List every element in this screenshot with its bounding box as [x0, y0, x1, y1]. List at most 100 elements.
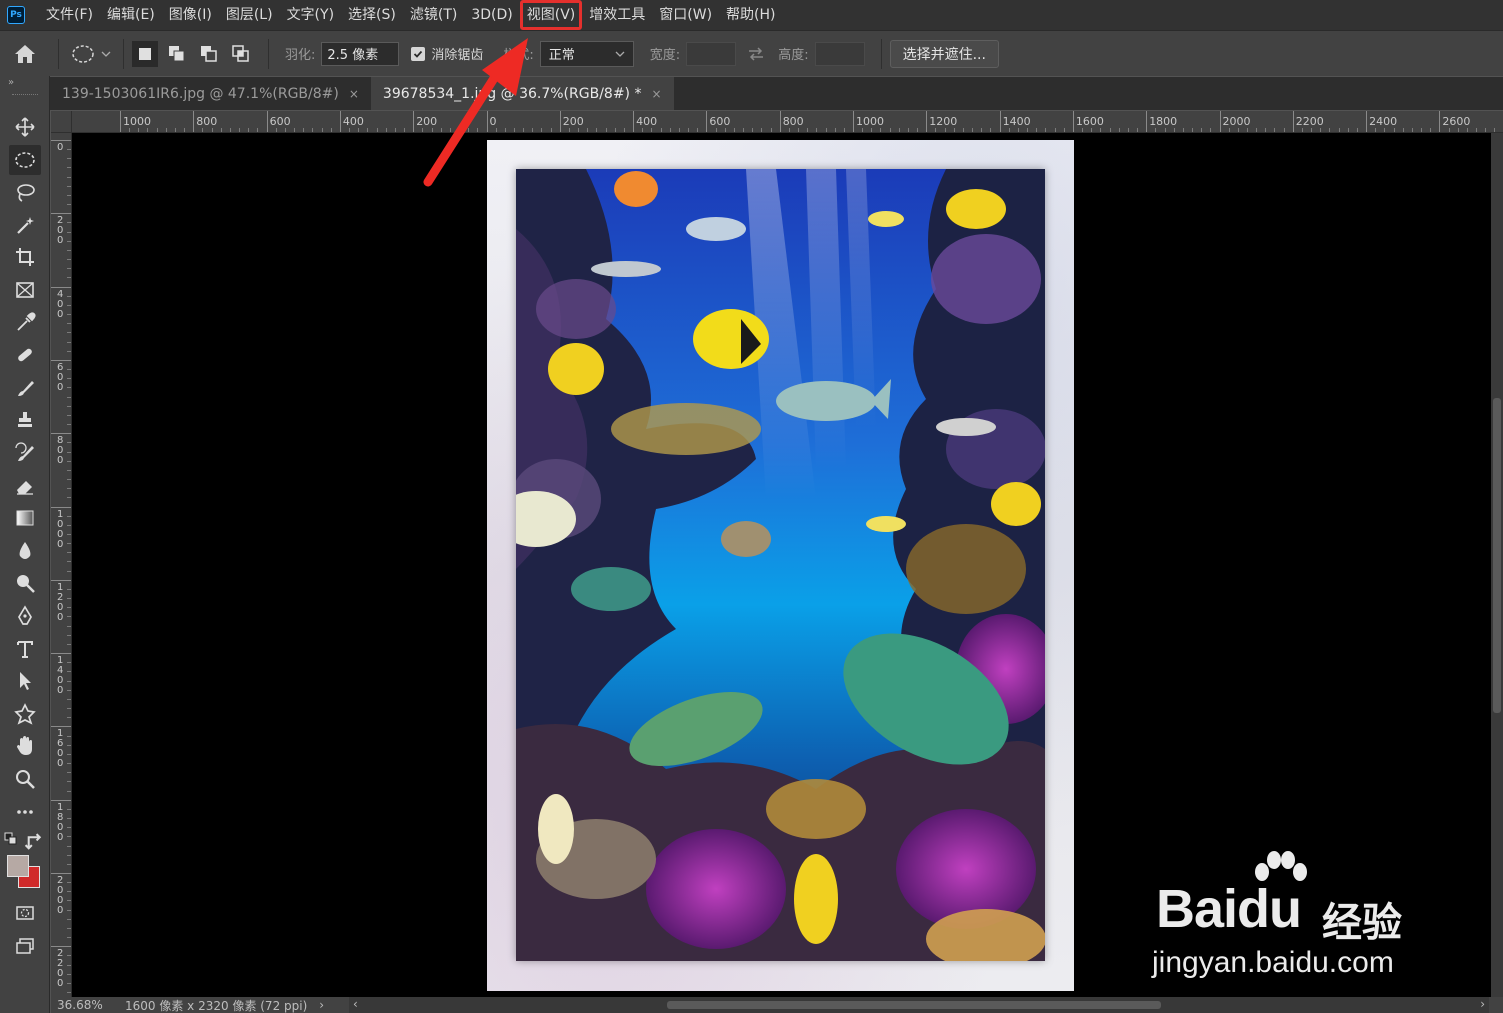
menu-item[interactable]: 帮助(H) [719, 0, 782, 30]
type-tool[interactable] [9, 634, 41, 664]
width-input[interactable] [686, 41, 737, 66]
ruler-minor-tick [871, 128, 873, 132]
pen-tool[interactable] [9, 601, 41, 631]
height-input[interactable] [814, 41, 865, 66]
healing-brush-tool[interactable] [9, 340, 41, 370]
select-and-mask-button[interactable]: 选择并遮住... [889, 39, 999, 68]
ruler-minor-tick [67, 698, 71, 700]
frame-tool[interactable] [9, 275, 41, 305]
ruler-minor-tick [1237, 128, 1239, 132]
ruler-minor-tick [67, 625, 71, 627]
gradient-tool[interactable] [9, 503, 41, 533]
shape-tool[interactable] [9, 699, 41, 729]
ruler-minor-tick [67, 570, 71, 572]
dodge-tool[interactable] [9, 568, 41, 598]
home-button[interactable] [0, 31, 50, 77]
foreground-color-swatch[interactable] [7, 855, 29, 877]
collapse-panel-icon[interactable]: » [8, 77, 14, 88]
ruler-minor-tick [642, 128, 644, 132]
ruler-label: 1600 [57, 728, 64, 770]
blur-tool[interactable] [9, 536, 41, 566]
scroll-left-arrow[interactable]: ‹ [353, 997, 358, 1011]
status-menu-arrow[interactable]: › [319, 998, 324, 1012]
menu-item[interactable]: 图层(L) [219, 0, 280, 30]
menu-item[interactable]: 编辑(E) [100, 0, 162, 30]
menu-item[interactable]: 窗口(W) [652, 0, 719, 30]
zoom-level[interactable]: 36.68% [57, 998, 115, 1012]
move-tool[interactable] [9, 112, 41, 142]
antialias-checkbox[interactable] [411, 46, 426, 61]
menu-item[interactable]: 3D(D) [464, 0, 519, 30]
ruler-major-tick [1072, 111, 1074, 132]
menu-item[interactable]: 滤镜(T) [403, 0, 464, 30]
menu-item[interactable]: 图像(I) [162, 0, 219, 30]
chevron-down-icon [101, 51, 111, 57]
ruler-minor-tick [67, 689, 71, 691]
ruler-minor-tick [67, 378, 71, 380]
add-to-selection-button[interactable] [164, 41, 190, 67]
clone-stamp-tool[interactable] [9, 405, 41, 435]
quick-mask-button[interactable] [9, 898, 41, 928]
vertical-ruler[interactable]: 0 200 400 600 800 1000 1200 1400 1600 1800 2000 220… [51, 133, 72, 997]
swap-dimensions-button[interactable] [736, 39, 776, 69]
eyedropper-tool[interactable] [9, 308, 41, 338]
hand-tool[interactable] [9, 731, 41, 761]
ruler-origin[interactable] [51, 111, 72, 133]
ruler-minor-tick [67, 295, 71, 297]
ruler-minor-tick [294, 128, 296, 132]
ruler-minor-tick [1476, 128, 1478, 132]
horizontal-scrollbar[interactable]: ‹ › [349, 997, 1489, 1013]
default-colors-button[interactable] [4, 832, 26, 850]
height-label: 高度: [778, 48, 809, 63]
document-canvas[interactable] [487, 140, 1074, 991]
screen-mode-button[interactable] [9, 931, 41, 961]
vertical-scrollbar[interactable] [1491, 133, 1503, 997]
menu-item[interactable]: 视图(V) [519, 0, 583, 30]
brush-tool[interactable] [9, 373, 41, 403]
canvas-area[interactable] [72, 133, 1491, 997]
ruler-minor-tick [67, 543, 71, 545]
feather-input[interactable]: 2.5 像素 [321, 41, 400, 66]
ruler-minor-tick [67, 222, 71, 224]
elliptical-marquee-tool[interactable] [9, 144, 41, 175]
menu-item[interactable]: 文件(F) [39, 0, 100, 30]
ruler-minor-tick [67, 194, 71, 196]
tool-preset-picker[interactable] [67, 39, 115, 69]
horizontal-ruler[interactable]: 1000 800 600 400 200 0 200 400 600 800 1000 1200 140… [72, 111, 1503, 133]
new-selection-button[interactable] [132, 40, 158, 67]
ruler-minor-tick [67, 588, 71, 590]
style-select[interactable]: 正常 [539, 40, 634, 67]
lasso-tool[interactable] [9, 177, 41, 207]
eraser-icon [17, 480, 33, 495]
menu-item[interactable]: 文字(Y) [280, 0, 341, 30]
document-tab[interactable]: 39678534_1.jpg @ 36.7%(RGB/8#) * × [370, 77, 674, 110]
menu-item[interactable]: 选择(S) [341, 0, 403, 30]
ruler-minor-tick [67, 405, 71, 407]
magic-wand-tool[interactable] [9, 210, 41, 240]
ruler-minor-tick [1265, 128, 1267, 132]
close-icon[interactable]: × [349, 87, 359, 101]
document-tab[interactable]: 139-1503061IR6.jpg @ 47.1%(RGB/8#) × [50, 77, 371, 110]
intersect-selection-button[interactable] [228, 41, 254, 67]
path-selection-tool[interactable] [9, 666, 41, 696]
ruler-minor-tick [321, 128, 323, 132]
history-brush-tool[interactable] [9, 438, 41, 468]
horizontal-scroll-thumb[interactable] [667, 1001, 1161, 1009]
zoom-tool[interactable] [9, 764, 41, 794]
ruler-minor-tick [568, 128, 570, 132]
crop-tool[interactable] [9, 242, 41, 272]
menu-item[interactable]: 增效工具 [582, 0, 652, 30]
subtract-from-selection-button[interactable] [196, 41, 222, 67]
more-tools[interactable] [9, 797, 41, 827]
close-icon[interactable]: × [651, 87, 661, 101]
pen-icon [18, 605, 32, 625]
scroll-right-arrow[interactable]: › [1480, 997, 1485, 1011]
vertical-scroll-thumb[interactable] [1493, 398, 1501, 713]
ruler-minor-tick [816, 128, 818, 132]
eraser-tool[interactable] [9, 471, 41, 501]
ruler-minor-tick [229, 128, 231, 132]
panel-grip[interactable] [12, 94, 38, 97]
intersect-selection-icon [232, 44, 249, 62]
swap-colors-button[interactable] [24, 833, 46, 850]
ruler-major-tick [339, 111, 341, 132]
